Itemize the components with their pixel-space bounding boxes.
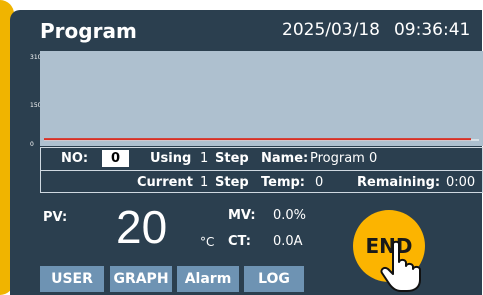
chart-plot: [44, 138, 479, 141]
current-label: Current: [137, 175, 193, 190]
nav-graph-button[interactable]: GRAPH: [110, 266, 172, 292]
datetime: 2025/03/18 09:36:41: [282, 20, 470, 40]
y-tick-label: 0: [30, 141, 34, 148]
temperature-chart: [40, 51, 483, 146]
using-step-count: 1: [200, 151, 209, 166]
current-step-value: 1: [200, 175, 209, 190]
nav-alarm-button[interactable]: Alarm: [177, 266, 239, 292]
program-no-field[interactable]: 0: [102, 150, 129, 167]
pv-unit: °C: [200, 235, 215, 249]
temp-value: 0: [315, 175, 324, 190]
page-title: Program: [40, 19, 137, 43]
process-readout: PV: 20 °C MV: 0.0% CT: 0.0A: [40, 196, 380, 266]
mv-label: MV:: [228, 208, 256, 223]
mv-value: 0.0%: [273, 208, 307, 223]
date-display: 2025/03/18: [282, 20, 380, 40]
nav-log-button[interactable]: LOG: [244, 266, 304, 292]
ct-value: 0.0A: [273, 234, 303, 249]
pv-label: PV:: [43, 210, 68, 225]
nav-user-button[interactable]: USER: [40, 266, 104, 292]
temp-label: Temp:: [261, 175, 306, 190]
info-divider: [41, 170, 482, 171]
program-no-label: NO:: [61, 151, 89, 166]
remaining-label: Remaining:: [357, 175, 441, 190]
program-name-label: Name:: [261, 151, 309, 166]
time-display: 09:36:41: [393, 20, 471, 40]
ct-label: CT:: [228, 234, 251, 249]
using-label: Using: [150, 151, 192, 166]
program-name-value: Program 0: [310, 151, 378, 166]
remaining-value: 0:00: [446, 175, 476, 190]
using-step-unit: Step: [215, 151, 249, 166]
pointing-hand-icon: [380, 240, 421, 292]
program-info-panel: NO: 0 Using 1 Step Name: Program 0 Curre…: [40, 147, 483, 193]
current-step-unit: Step: [215, 175, 249, 190]
pv-value: 20: [116, 201, 168, 253]
